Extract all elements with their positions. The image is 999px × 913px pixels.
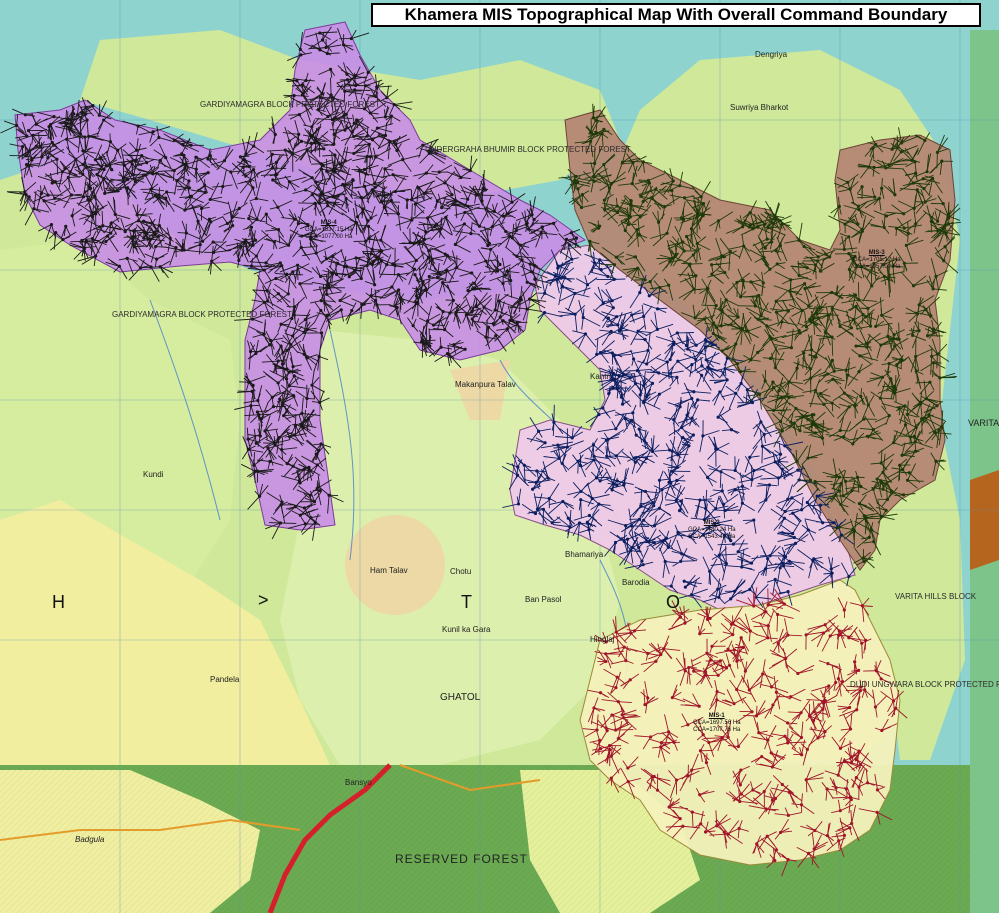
zone-cca-mis3: CCA=1057.00 Ha	[853, 264, 901, 270]
place-kantri: Kantri	[590, 372, 611, 381]
topographic-map[interactable]: Khamera MIS Topographical Map With Overa…	[0, 0, 999, 913]
grid-letter-t: T	[461, 592, 472, 612]
place-bansyo: Bansyo	[345, 778, 372, 787]
forest-label-dudi-ungwara: DUDI UNGWARA BLOCK PROTECTED FOREST	[850, 680, 999, 689]
zone-label-mis4: MIS-4 GCA=1537.15 Ha CCA=1077.00 Ha	[305, 220, 353, 241]
zone-gca-mis1: GCA=1697.56 Ha	[693, 720, 741, 726]
place-hinglaj: Hinglaj	[590, 635, 615, 644]
map-title: Khamera MIS Topographical Map With Overa…	[371, 3, 981, 27]
place-kunil-ka-gara: Kunil ka Gara	[442, 625, 491, 634]
place-dengriya: Dengriya	[755, 50, 788, 59]
zone-label-mis3: MIS-3 GCA=1705.12 Ha CCA=1057.00 Ha	[853, 250, 901, 271]
place-varita: VARITA	[968, 418, 999, 428]
place-ham-talav: Ham Talav	[370, 566, 408, 575]
forest-label-gardiyamagra-1: GARDIYAMAGRA BLOCK PROTECTED FOREST	[200, 100, 380, 109]
zone-cca-mis1: CCA=1707.76 Ha	[693, 727, 741, 733]
place-barodia: Barodia	[622, 578, 650, 587]
place-chotu: Chotu	[450, 567, 472, 576]
forest-label-gardiyamagra-2: GARDIYAMAGRA BLOCK PROTECTED FOREST	[112, 310, 292, 319]
zone-name-mis2: MIS-2	[703, 520, 720, 526]
zone-name-mis3: MIS-3	[868, 250, 885, 256]
zone-gca-mis4: GCA=1537.15 Ha	[305, 227, 353, 233]
forest-label-undergraha: UNDERGRAHA BHUMIR BLOCK PROTECTED FOREST	[425, 145, 631, 154]
map-canvas[interactable]	[0, 0, 999, 913]
grid-letter-h: H	[52, 592, 65, 612]
forest-label-varita-hills: VARITA HILLS BLOCK	[895, 592, 977, 601]
place-kundi: Kundi	[143, 470, 164, 479]
zone-cca-mis2: CCA=1543.42 Ha	[688, 534, 736, 540]
zone-name-mis4: MIS-4	[320, 220, 337, 226]
place-ban-pasol: Ban Pasol	[525, 595, 562, 604]
zone-name-mis1: MIS-1	[708, 713, 725, 719]
zone-label-mis2: MIS-2 GCA=1780.24 Ha CCA=1543.42 Ha	[688, 520, 736, 541]
grid-letter-arrow: >	[258, 590, 269, 610]
grid-letter-o: O	[666, 592, 681, 612]
zone-gca-mis2: GCA=1780.24 Ha	[688, 527, 736, 533]
zone-label-mis1: MIS-1 GCA=1697.56 Ha CCA=1707.76 Ha	[693, 713, 741, 734]
place-bhamariya: Bhamariya	[565, 550, 604, 559]
zone-cca-mis4: CCA=1077.00 Ha	[305, 234, 353, 240]
place-suwriya-bharkot: Suwriya Bharkot	[730, 103, 789, 112]
place-badgula: Badgula	[75, 835, 105, 844]
forest-label-reserved: RESERVED FOREST	[395, 852, 528, 866]
zone-gca-mis3: GCA=1705.12 Ha	[853, 257, 901, 263]
place-ghatol: GHATOL	[440, 692, 481, 703]
place-makanpura-talav: Makanpura Talav	[455, 380, 516, 389]
place-pandela: Pandela	[210, 675, 240, 684]
